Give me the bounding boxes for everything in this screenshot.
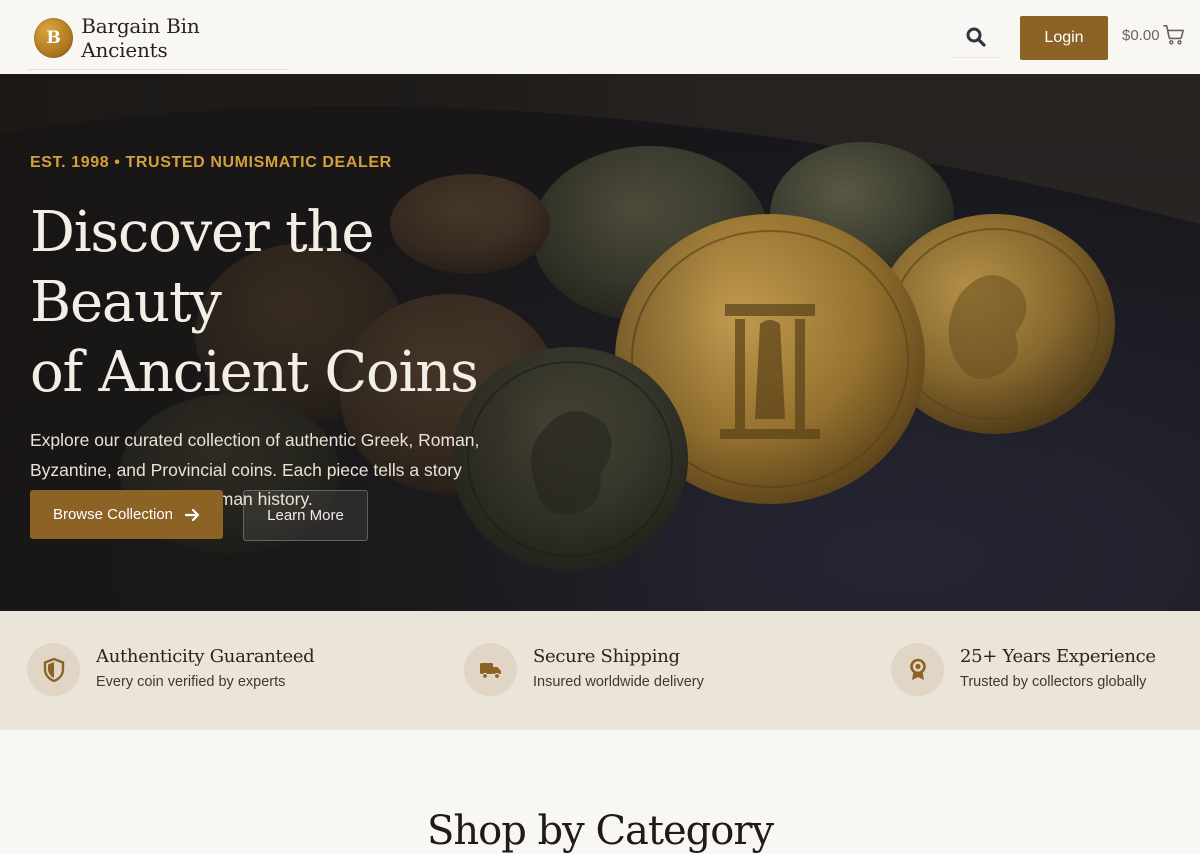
learn-more-button[interactable]: Learn More <box>243 490 368 541</box>
brand-name: Bargain Bin Ancients <box>81 13 200 62</box>
cart-button[interactable]: $0.00 <box>1122 22 1185 48</box>
hero-actions: Browse Collection Learn More <box>30 490 368 541</box>
feature-title: Secure Shipping <box>533 646 680 667</box>
feature-title: 25+ Years Experience <box>960 646 1156 667</box>
hero-title-line-2: of Ancient Coins <box>30 340 479 405</box>
feature-icon-badge <box>464 643 517 696</box>
feature-subtitle: Insured worldwide delivery <box>533 674 704 690</box>
hero-eyebrow: EST. 1998 • TRUSTED NUMISMATIC DEALER <box>30 154 392 171</box>
feature-subtitle: Every coin verified by experts <box>96 674 286 690</box>
browse-collection-button[interactable]: Browse Collection <box>30 490 223 539</box>
brand-logo: B <box>34 17 74 58</box>
feature-shipping: Secure Shipping Insured worldwide delive… <box>464 643 704 696</box>
feature-subtitle: Trusted by collectors globally <box>960 674 1147 690</box>
feature-text: Secure Shipping Insured worldwide delive… <box>533 643 704 690</box>
site-header: B Bargain Bin Ancients Login $0.00 <box>0 0 1200 74</box>
features-strip: Authenticity Guaranteed Every coin verif… <box>0 611 1200 730</box>
feature-text: Authenticity Guaranteed Every coin verif… <box>96 643 315 690</box>
award-icon <box>909 658 926 680</box>
cart-total: $0.00 <box>1122 26 1160 44</box>
shop-by-category-heading: Shop by Category <box>426 808 774 854</box>
login-button[interactable]: Login <box>1020 16 1108 60</box>
brand-link[interactable]: B Bargain Bin Ancients <box>28 6 288 70</box>
search-button[interactable] <box>952 16 1000 58</box>
feature-authenticity: Authenticity Guaranteed Every coin verif… <box>27 643 315 696</box>
feature-icon-badge <box>891 643 944 696</box>
feature-icon-badge <box>27 643 80 696</box>
shopping-cart-icon <box>1162 25 1184 45</box>
hero-section: EST. 1998 • TRUSTED NUMISMATIC DEALER Di… <box>0 74 1200 611</box>
feature-experience: 25+ Years Experience Trusted by collecto… <box>891 643 1156 696</box>
hero-title-line-1: Discover the Beauty <box>30 200 374 335</box>
browse-collection-label: Browse Collection <box>52 506 174 523</box>
shield-icon <box>43 657 64 682</box>
arrow-right-icon <box>185 508 200 521</box>
hero-title: Discover the Beauty of Ancient Coins <box>30 198 570 408</box>
hero-content: EST. 1998 • TRUSTED NUMISMATIC DEALER Di… <box>30 154 570 515</box>
feature-text: 25+ Years Experience Trusted by collecto… <box>960 643 1156 690</box>
truck-icon <box>479 662 501 679</box>
search-icon <box>966 27 986 47</box>
feature-title: Authenticity Guaranteed <box>96 646 315 667</box>
